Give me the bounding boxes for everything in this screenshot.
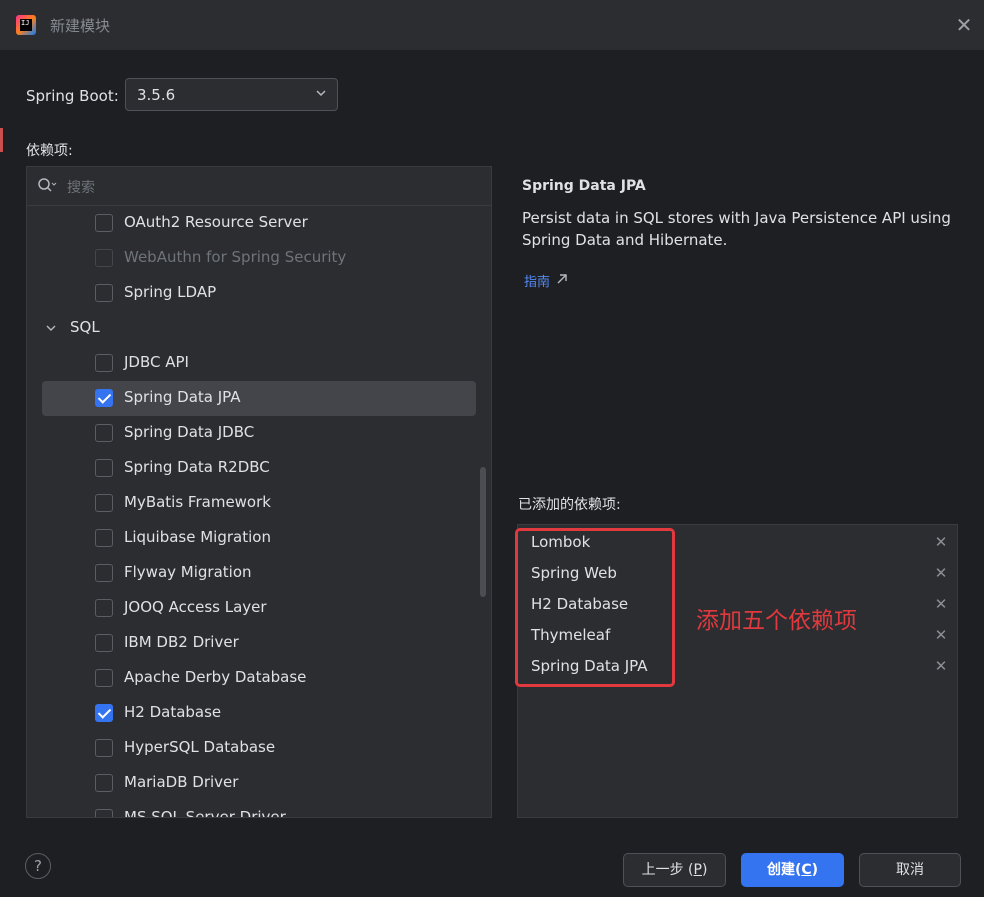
dependency-search[interactable]: 搜索 <box>27 167 491 206</box>
dependency-item[interactable]: OAuth2 Resource Server <box>27 206 491 241</box>
detail-description: Persist data in SQL stores with Java Per… <box>522 209 951 249</box>
external-link-arrow-icon[interactable] <box>556 273 568 285</box>
dependency-item[interactable]: Liquibase Migration <box>27 521 491 556</box>
window-title: 新建模块 <box>50 17 111 35</box>
chevron-down-icon[interactable] <box>46 323 56 333</box>
dependency-label: Apache Derby Database <box>124 668 307 686</box>
chevron-down-icon <box>316 90 326 97</box>
dependency-label: Spring Data JPA <box>124 388 241 406</box>
dependency-label: MyBatis Framework <box>124 493 271 511</box>
cancel-button[interactable]: 取消 <box>859 853 961 887</box>
create-button-mnemonic: C <box>801 862 812 878</box>
dependency-item[interactable]: MariaDB Driver <box>27 766 491 801</box>
previous-button-label-end: ) <box>701 862 708 878</box>
search-input[interactable]: 搜索 <box>67 177 95 197</box>
dependency-item[interactable]: Spring Data JDBC <box>27 416 491 451</box>
dependency-label: HyperSQL Database <box>124 738 276 756</box>
dependency-label: MS SQL Server Driver <box>124 808 286 818</box>
dependency-label: IBM DB2 Driver <box>124 633 239 651</box>
dependency-tree-panel: 搜索 OAuth2 Resource Server WebAuthn for Sp… <box>26 166 492 818</box>
remove-icon[interactable]: ✕ <box>933 565 949 581</box>
tree-group-sql[interactable]: SQL <box>27 311 491 346</box>
dependency-label: JOOQ Access Layer <box>124 598 267 616</box>
dependency-item[interactable]: HyperSQL Database <box>27 731 491 766</box>
remove-icon[interactable]: ✕ <box>933 627 949 643</box>
search-icon[interactable] <box>37 177 57 195</box>
dependency-checkbox[interactable] <box>95 704 113 722</box>
dependency-label: Liquibase Migration <box>124 528 271 546</box>
dependency-tree: OAuth2 Resource Server WebAuthn for Sprin… <box>27 206 491 818</box>
create-button-label: 创建( <box>766 862 802 878</box>
dependency-label: WebAuthn for Spring Security <box>124 248 347 266</box>
dependency-checkbox[interactable] <box>95 459 113 477</box>
dependency-checkbox[interactable] <box>95 669 113 687</box>
intellij-logo-icon: IJ <box>16 15 36 35</box>
dependency-label: MariaDB Driver <box>124 773 239 791</box>
title-bar: IJ 新建模块 ✕ <box>0 0 984 50</box>
dependency-item[interactable]: Spring Data R2DBC <box>27 451 491 486</box>
dependency-checkbox[interactable] <box>95 739 113 757</box>
dependency-item[interactable]: IBM DB2 Driver <box>27 626 491 661</box>
dependency-checkbox[interactable] <box>95 529 113 547</box>
annotation-text: 添加五个依赖项 <box>696 608 857 634</box>
previous-button-mnemonic: P <box>693 862 702 878</box>
remove-icon[interactable]: ✕ <box>933 596 949 612</box>
dependency-label: Spring Data JDBC <box>124 423 255 441</box>
dependency-item[interactable]: JDBC API <box>27 346 491 381</box>
dependency-checkbox[interactable] <box>95 389 113 407</box>
dependency-checkbox[interactable] <box>95 494 113 512</box>
dependency-checkbox[interactable] <box>95 599 113 617</box>
dependency-item[interactable]: MS SQL Server Driver <box>27 801 491 818</box>
previous-button-label: 上一步 ( <box>641 862 694 878</box>
spring-boot-version-select[interactable]: 3.5.6 <box>125 78 338 111</box>
dependency-label: Spring LDAP <box>124 283 217 301</box>
dependency-checkbox[interactable] <box>95 354 113 372</box>
edge-marker <box>0 128 3 152</box>
tree-scrollbar[interactable] <box>480 467 486 597</box>
create-button[interactable]: 创建(C) <box>741 853 844 887</box>
tree-group-label: SQL <box>70 318 100 336</box>
close-icon[interactable]: ✕ <box>952 13 976 37</box>
dependency-checkbox[interactable] <box>95 249 113 267</box>
dependency-label: OAuth2 Resource Server <box>124 213 308 231</box>
create-button-label-end: ) <box>811 862 819 878</box>
remove-icon[interactable]: ✕ <box>933 658 949 674</box>
dependency-checkbox[interactable] <box>95 634 113 652</box>
guide-link[interactable]: 指南 <box>524 271 550 290</box>
dependency-checkbox[interactable] <box>95 564 113 582</box>
dependency-label: Spring Data R2DBC <box>124 458 270 476</box>
dependency-item[interactable]: WebAuthn for Spring Security <box>27 241 491 276</box>
dependency-checkbox[interactable] <box>95 214 113 232</box>
dependency-item[interactable]: MyBatis Framework <box>27 486 491 521</box>
dependency-checkbox[interactable] <box>95 774 113 792</box>
dependency-item[interactable]: Spring Data JPA <box>42 381 476 416</box>
dependency-checkbox[interactable] <box>95 809 113 817</box>
annotation-highlight-box <box>515 528 675 687</box>
dependency-checkbox[interactable] <box>95 424 113 442</box>
dependency-item[interactable]: H2 Database <box>27 696 491 731</box>
dependencies-label: 依赖项: <box>26 143 73 159</box>
previous-button[interactable]: 上一步 (P) <box>623 853 726 887</box>
spring-boot-label: Spring Boot: <box>26 87 119 105</box>
spring-boot-version-value: 3.5.6 <box>137 86 176 104</box>
dependency-item[interactable]: JOOQ Access Layer <box>27 591 491 626</box>
added-dependencies-label: 已添加的依赖项: <box>518 497 621 513</box>
help-button[interactable]: ? <box>25 853 51 879</box>
dependency-item[interactable]: Spring LDAP <box>27 276 491 311</box>
dependency-checkbox[interactable] <box>95 284 113 302</box>
dependency-label: Flyway Migration <box>124 563 252 581</box>
dependency-item[interactable]: Flyway Migration <box>27 556 491 591</box>
dependency-label: JDBC API <box>124 353 189 371</box>
dependency-item[interactable]: Apache Derby Database <box>27 661 491 696</box>
dependency-label: H2 Database <box>124 703 222 721</box>
remove-icon[interactable]: ✕ <box>933 534 949 550</box>
detail-title: Spring Data JPA <box>522 178 646 194</box>
